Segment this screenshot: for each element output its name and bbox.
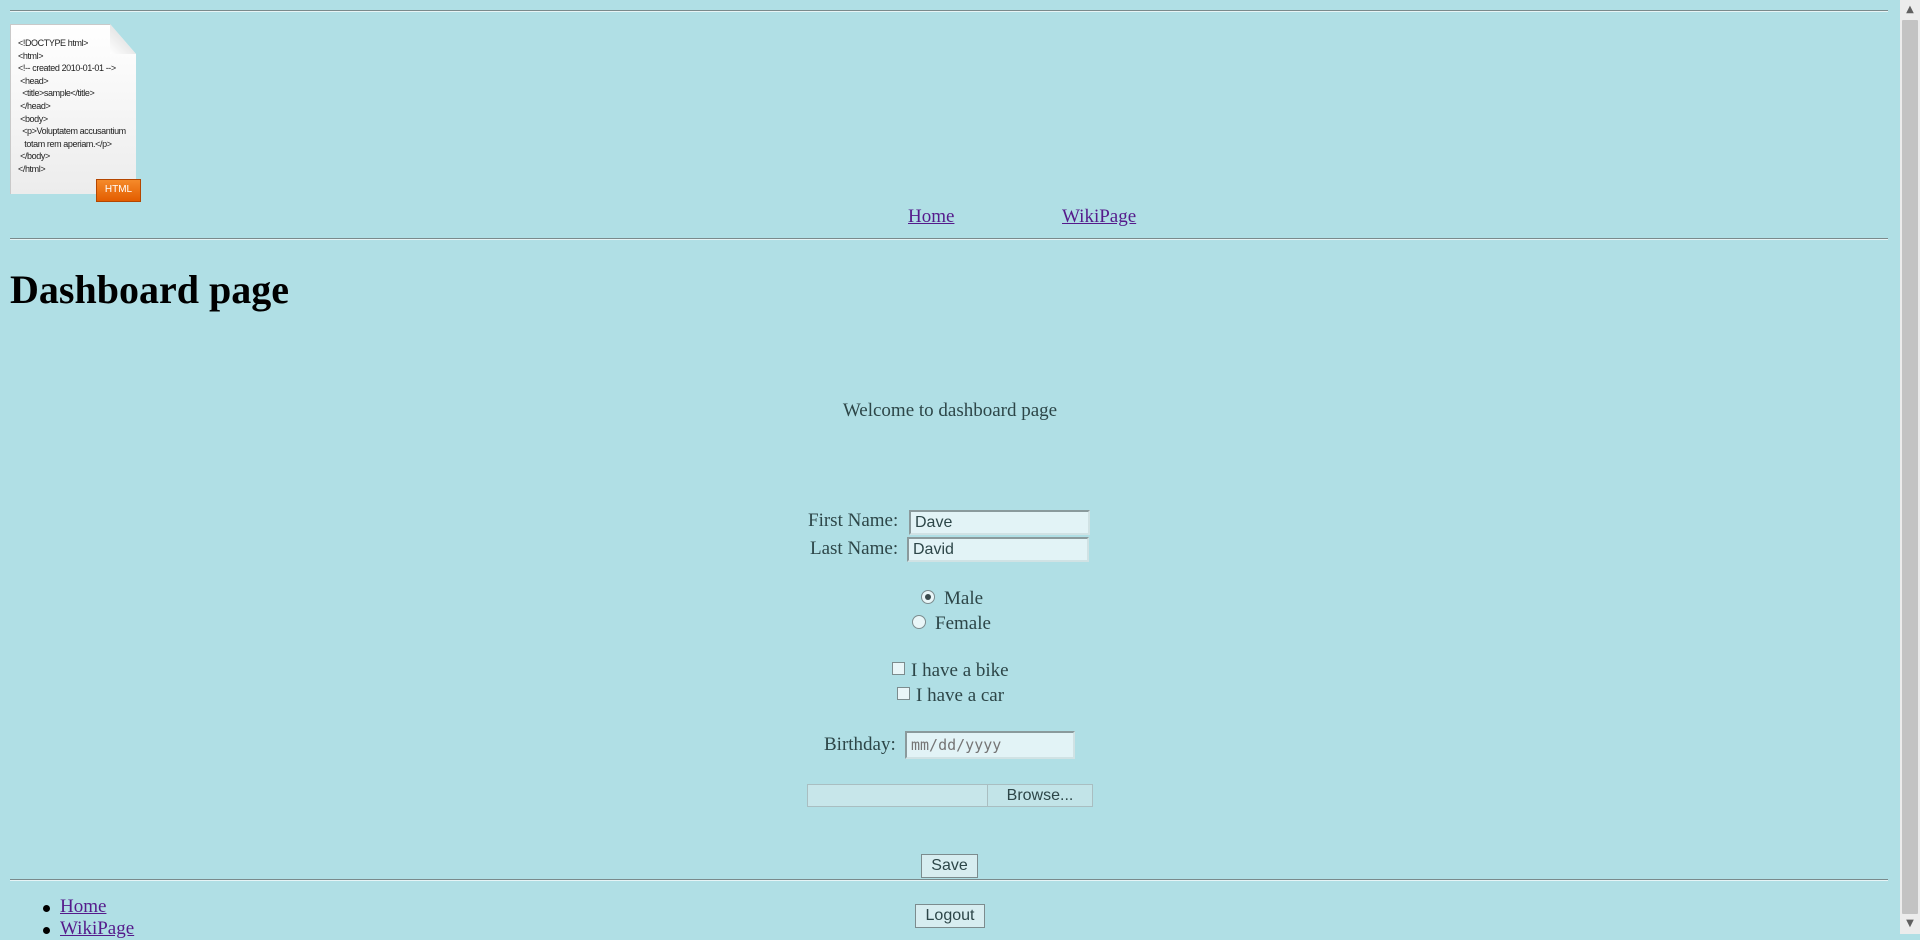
footer-link-wikipage[interactable]: WikiPage bbox=[60, 918, 134, 939]
scroll-thumb[interactable] bbox=[1902, 20, 1918, 914]
footer-link-home[interactable]: Home bbox=[60, 896, 106, 917]
scroll-down-icon[interactable]: ▼ bbox=[1900, 914, 1920, 934]
footer-nav: Home WikiPage bbox=[38, 896, 134, 940]
car-checkbox[interactable] bbox=[897, 687, 910, 700]
scroll-up-icon[interactable]: ▲ bbox=[1900, 0, 1920, 20]
gender-male-radio[interactable] bbox=[921, 590, 935, 604]
footer-nav-item: WikiPage bbox=[38, 918, 134, 940]
logout-button[interactable]: Logout bbox=[915, 904, 985, 928]
browse-button[interactable]: Browse... bbox=[987, 784, 1093, 807]
bike-checkbox[interactable] bbox=[892, 662, 905, 675]
bike-label: I have a bike bbox=[911, 660, 1009, 681]
logo-badge: HTML bbox=[96, 179, 141, 202]
page: <!DOCTYPE html> <html> <!-- created 2010… bbox=[0, 0, 1900, 939]
top-divider bbox=[10, 10, 1888, 12]
last-name-label: Last Name: bbox=[810, 538, 899, 559]
gender-female-radio[interactable] bbox=[912, 615, 926, 629]
gender-male-label: Male bbox=[944, 588, 984, 609]
first-name-input[interactable] bbox=[909, 510, 1090, 535]
car-label: I have a car bbox=[916, 685, 1005, 706]
nav-link-home[interactable]: Home bbox=[908, 206, 954, 228]
logo-code-text: <!DOCTYPE html> <html> <!-- created 2010… bbox=[18, 38, 126, 174]
last-name-input[interactable] bbox=[907, 537, 1089, 562]
logo-page-fold bbox=[110, 24, 136, 54]
html-file-icon: <!DOCTYPE html> <html> <!-- created 2010… bbox=[10, 24, 141, 202]
page-title: Dashboard page bbox=[10, 267, 289, 312]
birthday-label: Birthday: bbox=[824, 734, 896, 755]
nav-link-wikipage[interactable]: WikiPage bbox=[1062, 206, 1136, 228]
nav-divider bbox=[10, 238, 1888, 240]
file-path-field[interactable] bbox=[807, 784, 988, 807]
first-name-label: First Name: bbox=[808, 510, 899, 531]
save-button[interactable]: Save bbox=[921, 854, 978, 878]
gender-female-label: Female bbox=[935, 613, 991, 634]
welcome-text: Welcome to dashboard page bbox=[842, 400, 1058, 421]
vertical-scrollbar[interactable]: ▲ ▼ bbox=[1900, 0, 1920, 934]
birthday-input[interactable] bbox=[905, 731, 1075, 759]
footer-nav-item: Home bbox=[38, 896, 134, 918]
footer-divider bbox=[10, 879, 1888, 881]
